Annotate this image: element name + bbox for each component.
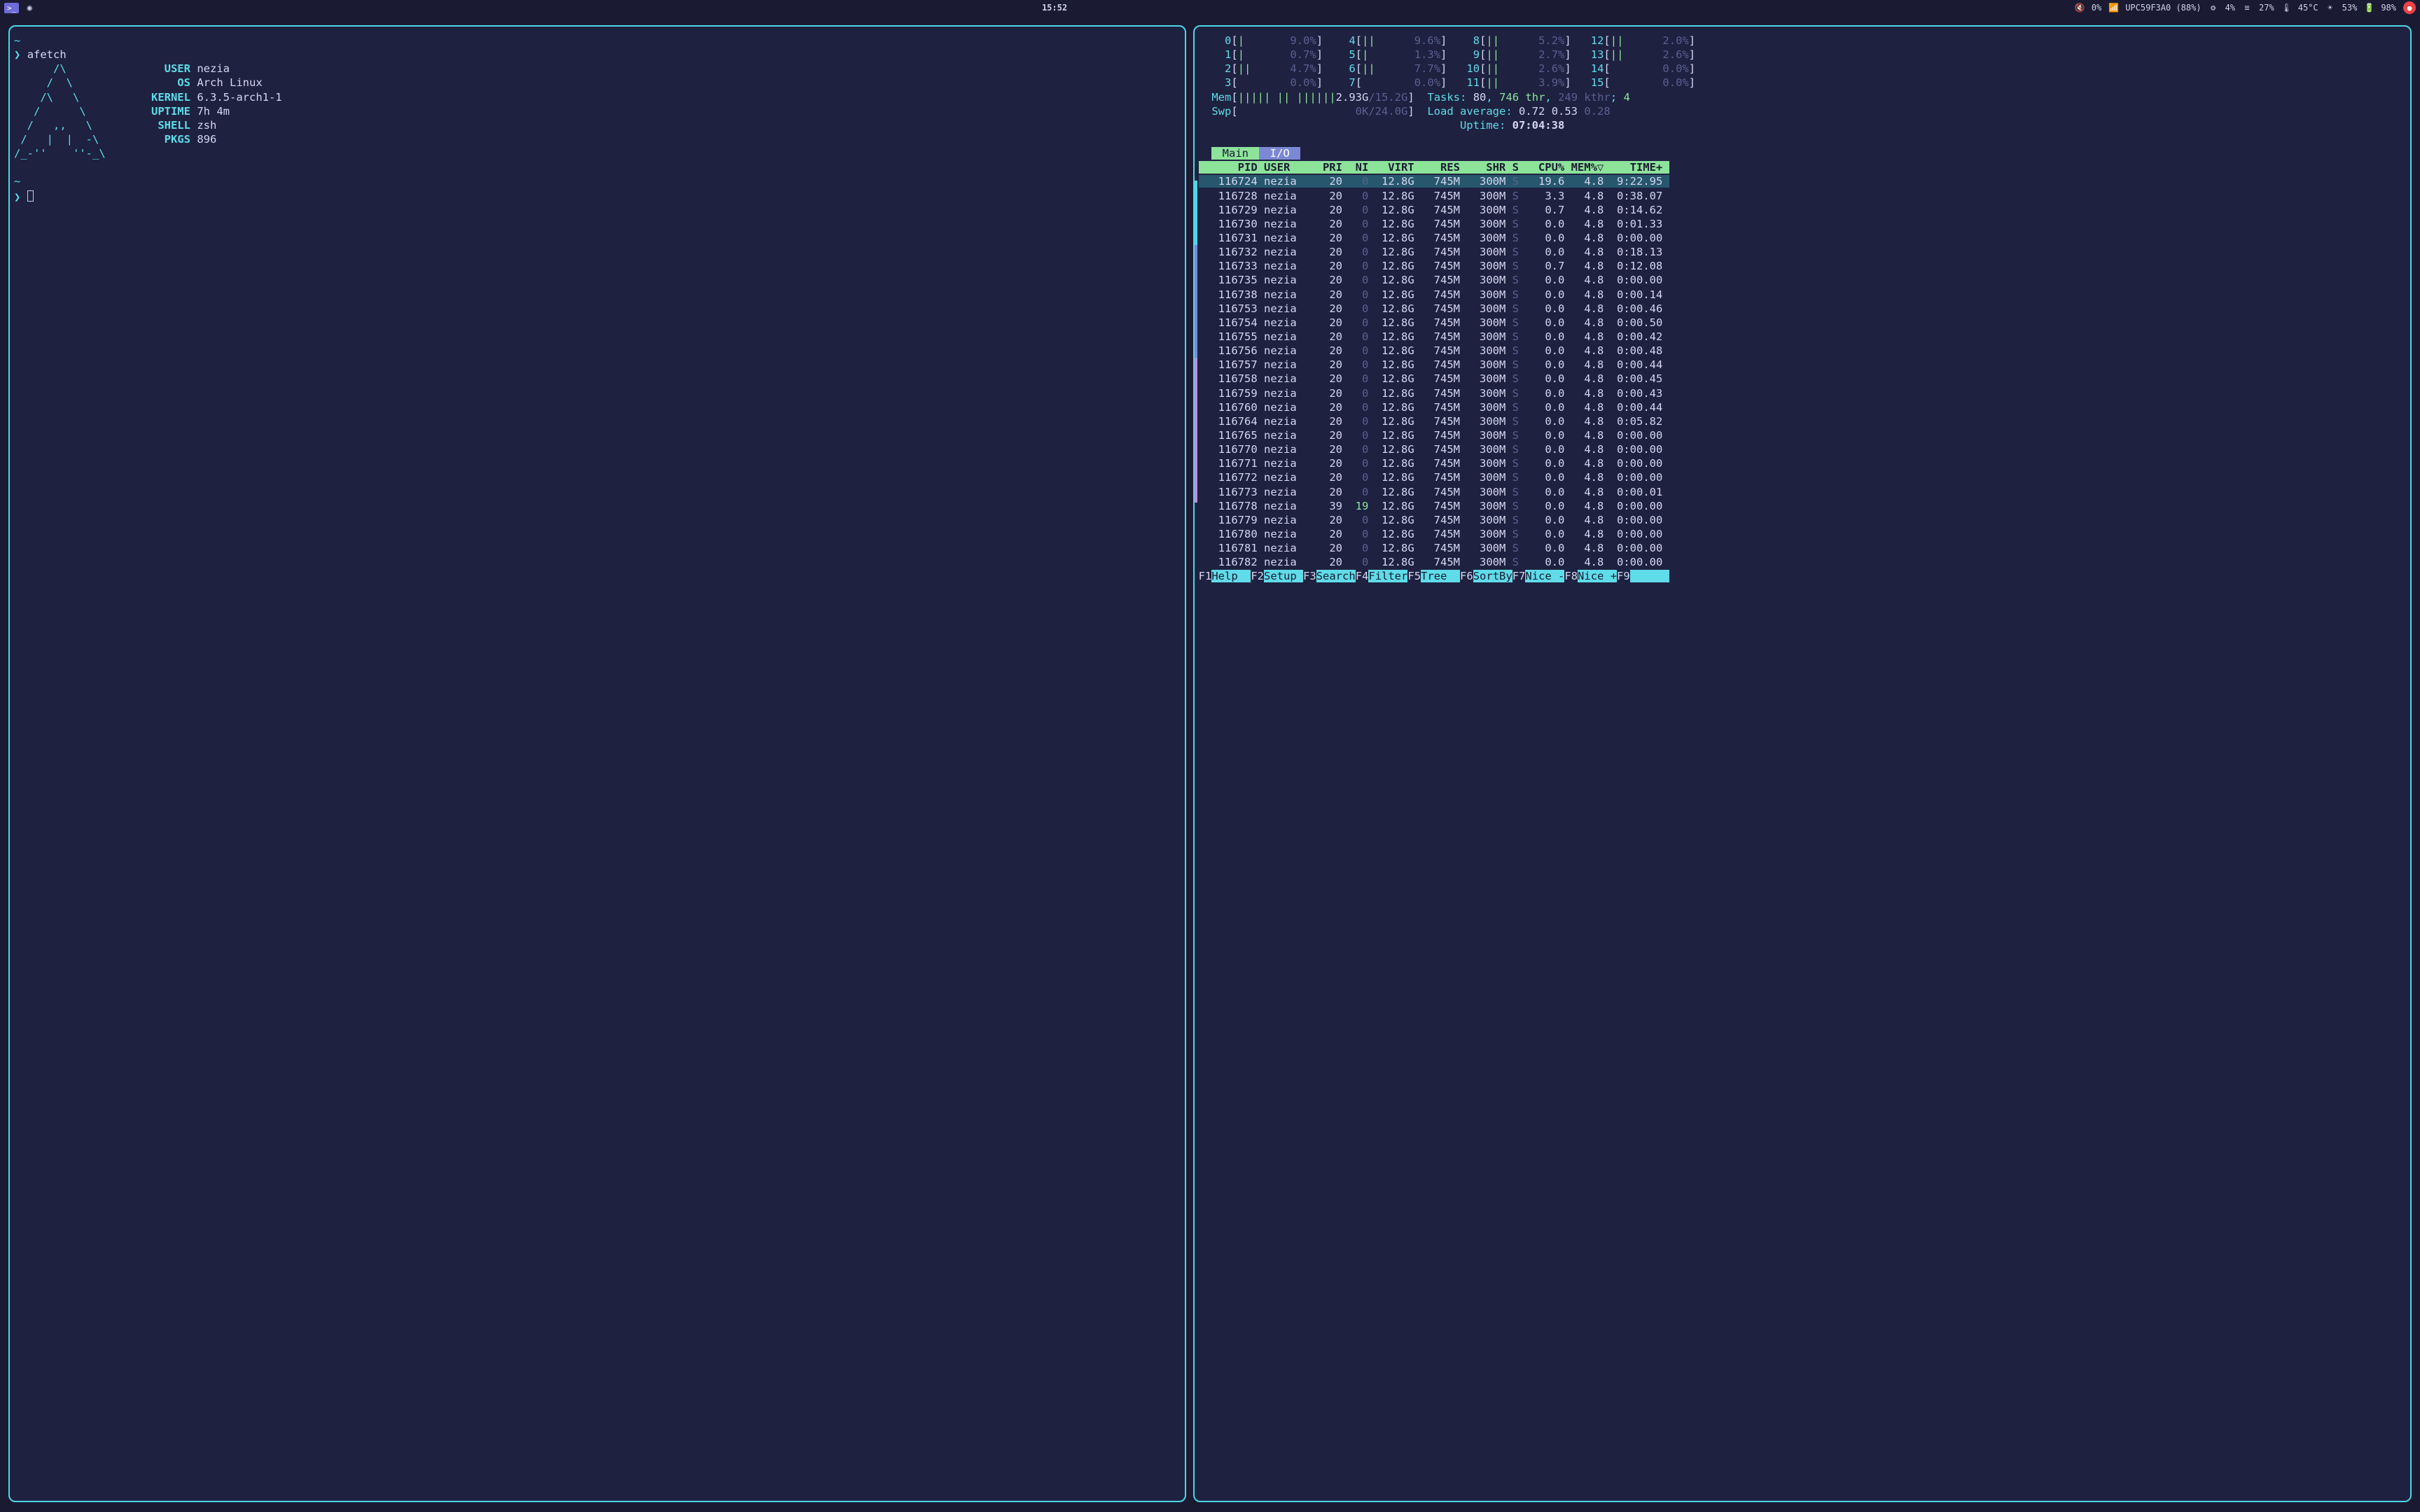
fn-label[interactable]: Setup [1264,570,1303,582]
htop-row[interactable]: 116732 nezia 20 0 12.8G 745M 300M S 0.0 … [1199,246,1663,258]
htop-row[interactable]: 116779 nezia 20 0 12.8G 745M 300M S 0.0 … [1199,514,1663,526]
fn-label[interactable]: Help [1211,570,1251,582]
lines-pct: 27% [2259,3,2274,13]
fn-label[interactable] [1630,570,1669,582]
terminal-right-pane-htop[interactable]: 0[| 9.0%] 4[|| 9.6%] 8[|| 5.2%] 12[|| 2.… [1193,25,2412,1502]
fn-key[interactable]: F1 [1199,570,1212,582]
htop-row-selected[interactable]: 116724 nezia 20 0 12.8G 745M 300M S 19.6… [1199,175,1669,188]
htop-row[interactable]: 116754 nezia 20 0 12.8G 745M 300M S 0.0 … [1199,316,1663,329]
htop-row[interactable]: 116760 nezia 20 0 12.8G 745M 300M S 0.0 … [1199,401,1663,414]
fn-label[interactable]: Filter [1368,570,1407,582]
volume-pct: 0% [2092,3,2101,13]
brightness-icon: ☀ [2325,3,2335,13]
htop-row[interactable]: 116780 nezia 20 0 12.8G 745M 300M S 0.0 … [1199,528,1663,540]
htop-row[interactable]: 116756 nezia 20 0 12.8G 745M 300M S 0.0 … [1199,344,1663,357]
htop-row[interactable]: 116735 nezia 20 0 12.8G 745M 300M S 0.0 … [1199,274,1663,286]
fn-key[interactable]: F8 [1564,570,1578,582]
htop-row[interactable]: 116771 nezia 20 0 12.8G 745M 300M S 0.0 … [1199,457,1663,470]
htop-row[interactable]: 116755 nezia 20 0 12.8G 745M 300M S 0.0 … [1199,330,1663,343]
fn-key[interactable]: F3 [1303,570,1316,582]
statusbar: >_ ◉ 15:52 🔇 0% 📶 UPC59F3A0 (88%) ⚙ 4% ≡… [0,0,2420,15]
clock: 15:52 [34,3,2075,13]
htop-row[interactable]: 116730 nezia 20 0 12.8G 745M 300M S 0.0 … [1199,218,1663,230]
htop-columns-header[interactable]: PID USER PRI NI VIRT RES SHR S CPU% MEM%… [1199,161,1669,174]
htop-row[interactable]: 116781 nezia 20 0 12.8G 745M 300M S 0.0 … [1199,542,1663,554]
htop-tab-io[interactable]: I/O [1259,147,1300,160]
lines-icon: ≡ [2242,3,2252,13]
fn-label[interactable]: Nice + [1578,570,1617,582]
fn-label[interactable]: Tree [1421,570,1460,582]
gear-pct: 4% [2225,3,2235,13]
gear-icon: ⚙ [2209,3,2218,13]
htop-row[interactable]: 116758 nezia 20 0 12.8G 745M 300M S 0.0 … [1199,372,1663,385]
brightness-pct: 53% [2342,3,2358,13]
htop-row[interactable]: 116759 nezia 20 0 12.8G 745M 300M S 0.0 … [1199,387,1663,400]
htop-row[interactable]: 116772 nezia 20 0 12.8G 745M 300M S 0.0 … [1199,471,1663,484]
htop-row[interactable]: 116738 nezia 20 0 12.8G 745M 300M S 0.0 … [1199,288,1663,301]
htop-row[interactable]: 116728 nezia 20 0 12.8G 745M 300M S 3.3 … [1199,190,1663,202]
fn-key[interactable]: F5 [1407,570,1421,582]
fn-key[interactable]: F4 [1356,570,1369,582]
fn-key[interactable]: F9 [1617,570,1630,582]
htop-row[interactable]: 116753 nezia 20 0 12.8G 745M 300M S 0.0 … [1199,302,1663,315]
htop-scroll-gutter [1193,181,1197,503]
volume-icon: 🔇 [2075,3,2085,13]
temp-icon: 🌡 [2281,3,2291,13]
htop-row[interactable]: 116782 nezia 20 0 12.8G 745M 300M S 0.0 … [1199,556,1663,568]
fn-key[interactable]: F7 [1512,570,1526,582]
wifi-ssid: UPC59F3A0 (88%) [2125,3,2201,13]
afetch-cmd: afetch [27,48,67,61]
fn-key[interactable]: F2 [1251,570,1264,582]
htop-row[interactable]: 116770 nezia 20 0 12.8G 745M 300M S 0.0 … [1199,443,1663,456]
fn-label[interactable]: SortBy [1473,570,1512,582]
temp-val: 45°C [2298,3,2318,13]
htop-row[interactable]: 116764 nezia 20 0 12.8G 745M 300M S 0.0 … [1199,415,1663,428]
battery-icon: 🔋 [2364,3,2374,13]
fn-label[interactable]: Nice - [1525,570,1564,582]
htop-tab-main[interactable]: Main [1211,147,1259,160]
htop-row[interactable]: 116773 nezia 20 0 12.8G 745M 300M S 0.0 … [1199,486,1663,498]
htop-row[interactable]: 116733 nezia 20 0 12.8G 745M 300M S 0.7 … [1199,260,1663,272]
battery-pct: 98% [2381,3,2396,13]
app-dot-icon: ◉ [25,3,34,13]
fn-key[interactable]: F6 [1460,570,1473,582]
htop-row[interactable]: 116765 nezia 20 0 12.8G 745M 300M S 0.0 … [1199,429,1663,442]
htop-row[interactable]: 116757 nezia 20 0 12.8G 745M 300M S 0.0 … [1199,358,1663,371]
wifi-icon: 📶 [2108,3,2118,13]
htop-row[interactable]: 116729 nezia 20 0 12.8G 745M 300M S 0.7 … [1199,204,1663,216]
htop-row[interactable]: 116731 nezia 20 0 12.8G 745M 300M S 0.0 … [1199,232,1663,244]
terminal-indicator-icon: >_ [4,3,19,13]
htop-row[interactable]: 116778 nezia 39 19 12.8G 745M 300M S 0.0… [1199,500,1663,512]
terminal-left-pane[interactable]: ~ ❯ afetch /\ USER nezia / \ OS Arch Lin… [8,25,1186,1502]
fn-label[interactable]: Search [1316,570,1356,582]
cursor [27,190,34,202]
discord-icon[interactable]: ● [2403,1,2416,14]
